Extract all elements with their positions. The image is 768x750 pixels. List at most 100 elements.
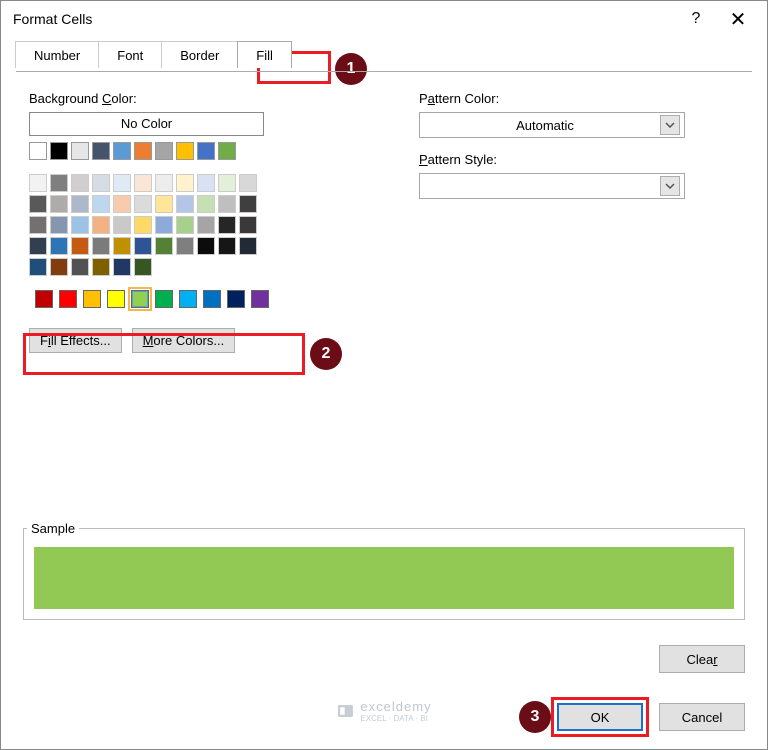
fill-button-row: Fill Effects... More Colors... <box>29 328 389 353</box>
chevron-down-icon <box>660 115 680 135</box>
standard-color-swatch[interactable] <box>203 290 221 308</box>
color-swatch[interactable] <box>155 216 173 234</box>
color-swatch[interactable] <box>71 142 89 160</box>
color-swatch[interactable] <box>92 258 110 276</box>
color-swatch[interactable] <box>113 237 131 255</box>
color-swatch[interactable] <box>134 174 152 192</box>
color-swatch[interactable] <box>197 195 215 213</box>
color-swatch[interactable] <box>29 237 47 255</box>
close-icon[interactable]: ✕ <box>717 4 759 34</box>
right-column: Pattern Color: Automatic Pattern Style: <box>389 91 739 353</box>
color-swatch[interactable] <box>155 237 173 255</box>
color-swatch[interactable] <box>113 195 131 213</box>
color-swatch[interactable] <box>218 195 236 213</box>
color-swatch[interactable] <box>197 237 215 255</box>
pattern-color-select[interactable]: Automatic <box>419 112 685 138</box>
sample-fill <box>34 547 734 609</box>
cancel-button[interactable]: Cancel <box>659 703 745 731</box>
color-swatch[interactable] <box>29 195 47 213</box>
color-swatch[interactable] <box>155 195 173 213</box>
standard-color-swatch[interactable] <box>35 290 53 308</box>
color-swatch[interactable] <box>218 237 236 255</box>
color-swatch[interactable] <box>71 258 89 276</box>
color-swatch[interactable] <box>197 142 215 160</box>
callout-3: 3 <box>519 701 551 733</box>
sample-area: Sample <box>23 511 745 620</box>
color-swatch[interactable] <box>71 216 89 234</box>
color-swatch[interactable] <box>113 216 131 234</box>
color-swatch[interactable] <box>134 216 152 234</box>
color-swatch[interactable] <box>176 142 194 160</box>
color-swatch[interactable] <box>50 195 68 213</box>
color-swatch[interactable] <box>50 174 68 192</box>
ok-button[interactable]: OK <box>557 703 643 731</box>
color-swatch[interactable] <box>239 216 257 234</box>
pattern-color-value: Automatic <box>430 118 660 133</box>
clear-button[interactable]: Clear <box>659 645 745 673</box>
no-color-button[interactable]: No Color <box>29 112 264 136</box>
pattern-style-select[interactable] <box>419 173 685 199</box>
color-swatch[interactable] <box>50 258 68 276</box>
color-swatch[interactable] <box>71 237 89 255</box>
color-swatch[interactable] <box>92 142 110 160</box>
color-swatch[interactable] <box>197 216 215 234</box>
chevron-down-icon <box>660 176 680 196</box>
color-swatch[interactable] <box>92 237 110 255</box>
color-swatch[interactable] <box>71 174 89 192</box>
color-swatch[interactable] <box>218 216 236 234</box>
color-swatch[interactable] <box>134 142 152 160</box>
color-swatch[interactable] <box>113 142 131 160</box>
dialog-title: Format Cells <box>13 11 675 27</box>
logo-icon <box>336 702 354 720</box>
color-swatch[interactable] <box>71 195 89 213</box>
color-swatch[interactable] <box>134 258 152 276</box>
standard-color-swatch[interactable] <box>155 290 173 308</box>
color-swatch[interactable] <box>155 142 173 160</box>
color-swatch[interactable] <box>176 237 194 255</box>
color-swatch[interactable] <box>239 195 257 213</box>
pattern-style-label: Pattern Style: <box>419 152 739 167</box>
color-swatch[interactable] <box>239 237 257 255</box>
standard-color-swatch[interactable] <box>251 290 269 308</box>
tab-fill[interactable]: Fill <box>237 41 292 68</box>
watermark-sub: EXCEL · DATA · BI <box>360 714 431 723</box>
standard-color-swatch[interactable] <box>179 290 197 308</box>
color-swatch[interactable] <box>50 216 68 234</box>
standard-color-swatch[interactable] <box>227 290 245 308</box>
color-swatch[interactable] <box>29 174 47 192</box>
color-swatch[interactable] <box>197 174 215 192</box>
color-swatch[interactable] <box>92 174 110 192</box>
standard-color-swatch[interactable] <box>107 290 125 308</box>
color-swatch[interactable] <box>92 216 110 234</box>
more-colors-button[interactable]: More Colors... <box>132 328 236 353</box>
color-swatch[interactable] <box>29 216 47 234</box>
standard-color-swatch[interactable] <box>131 290 149 308</box>
color-swatch[interactable] <box>50 142 68 160</box>
color-swatch[interactable] <box>92 195 110 213</box>
color-swatch[interactable] <box>134 237 152 255</box>
color-swatch[interactable] <box>29 258 47 276</box>
fill-effects-button[interactable]: Fill Effects... <box>29 328 122 353</box>
help-icon[interactable]: ? <box>675 4 717 34</box>
standard-color-swatch[interactable] <box>59 290 77 308</box>
color-swatch[interactable] <box>176 195 194 213</box>
bg-color-label: Background Color: <box>29 91 389 106</box>
color-swatch[interactable] <box>176 174 194 192</box>
color-swatch[interactable] <box>113 174 131 192</box>
color-swatch[interactable] <box>134 195 152 213</box>
sample-box <box>23 528 745 620</box>
color-swatch[interactable] <box>218 174 236 192</box>
tab-number[interactable]: Number <box>15 41 99 68</box>
format-cells-dialog: Format Cells ? ✕ Number Font Border Fill… <box>0 0 768 750</box>
tab-font[interactable]: Font <box>98 41 162 68</box>
color-swatch[interactable] <box>29 142 47 160</box>
tab-border[interactable]: Border <box>161 41 238 68</box>
standard-color-swatch[interactable] <box>83 290 101 308</box>
color-swatch[interactable] <box>218 142 236 160</box>
color-swatch[interactable] <box>176 216 194 234</box>
color-swatch[interactable] <box>50 237 68 255</box>
color-swatch[interactable] <box>113 258 131 276</box>
theme-colors-row <box>29 142 259 160</box>
color-swatch[interactable] <box>239 174 257 192</box>
color-swatch[interactable] <box>155 174 173 192</box>
